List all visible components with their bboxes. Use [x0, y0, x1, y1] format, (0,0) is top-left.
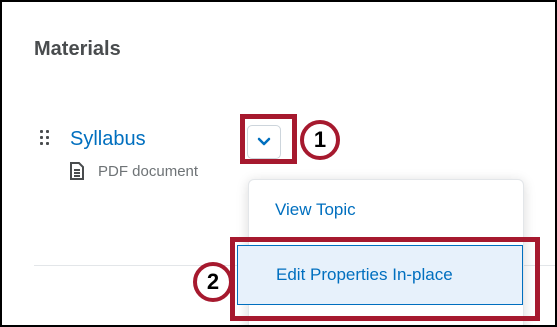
section-title: Materials [34, 38, 121, 60]
topic-type-label: PDF document [98, 163, 199, 180]
menu-item-view-topic[interactable]: View Topic [275, 200, 356, 220]
content-panel: Materials Syllabus PDF document 1 View T… [0, 0, 557, 327]
highlight-box-step-2 [230, 237, 540, 321]
topic-link-syllabus[interactable]: Syllabus [70, 128, 146, 151]
highlight-box-step-1 [240, 114, 297, 164]
drag-handle-icon[interactable] [40, 130, 50, 150]
document-icon [70, 162, 84, 180]
step-callout-1: 1 [300, 120, 340, 160]
step-callout-2: 2 [193, 262, 233, 302]
